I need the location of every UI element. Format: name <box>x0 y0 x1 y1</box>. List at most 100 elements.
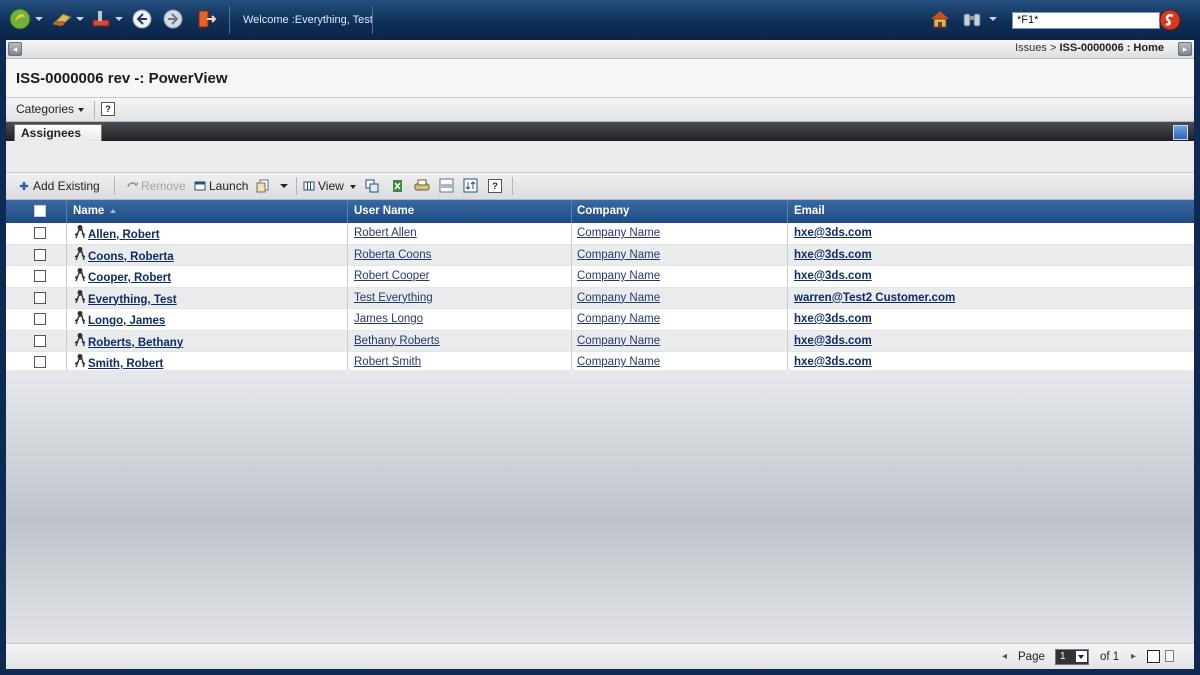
search-options-caret-icon[interactable] <box>989 17 997 21</box>
company-link[interactable]: Company Name <box>577 335 660 347</box>
row-checkbox[interactable] <box>34 356 46 368</box>
person-name-link[interactable]: Coons, Roberta <box>88 251 174 263</box>
title-bar: ISS-0000006 rev -: PowerView <box>6 59 1194 98</box>
remove-label: Remove <box>141 179 186 193</box>
breadcrumb-bar: ◂ Issues > ISS-0000006 : Home ▸ <box>6 40 1194 59</box>
row-checkbox[interactable] <box>34 334 46 347</box>
column-header-username[interactable]: User Name <box>354 205 414 217</box>
divider <box>512 177 513 195</box>
launch-button[interactable]: Launch <box>194 179 248 193</box>
table-header: Name User Name Company Email <box>6 200 1194 223</box>
column-header-name[interactable]: Name <box>73 205 117 217</box>
view-button[interactable]: View <box>303 179 356 193</box>
home-page-icon[interactable] <box>929 8 951 30</box>
logout-icon[interactable] <box>195 8 217 30</box>
breadcrumb-parent[interactable]: Issues <box>1015 42 1047 54</box>
toolbar-separator <box>229 6 230 34</box>
search-input[interactable]: *F1* <box>1012 12 1160 29</box>
page-select[interactable]: 1 <box>1055 649 1089 665</box>
person-name-link[interactable]: Longo, James <box>88 315 165 327</box>
company-link[interactable]: Company Name <box>577 227 660 239</box>
divider <box>114 177 115 195</box>
top-toolbar: Welcome :Everything, Test *F1* <box>0 0 1200 40</box>
column-divider <box>66 266 67 287</box>
categories-menu[interactable]: Categories <box>16 102 85 116</box>
username-link[interactable]: Roberta Coons <box>354 249 431 261</box>
company-link[interactable]: Company Name <box>577 313 660 325</box>
sort-icon[interactable] <box>463 178 478 193</box>
help-icon[interactable]: ? <box>101 102 115 116</box>
row-checkbox[interactable] <box>34 227 46 239</box>
username-link[interactable]: James Longo <box>354 313 423 325</box>
company-link[interactable]: Company Name <box>577 249 660 261</box>
email-link[interactable]: hxe@3ds.com <box>794 270 872 282</box>
table-row: Longo, James James Longo Company Name hx… <box>6 309 1194 331</box>
help-icon[interactable]: ? <box>488 179 502 193</box>
print-icon[interactable] <box>414 178 430 193</box>
row-checkbox[interactable] <box>34 248 46 261</box>
email-link[interactable]: hxe@3ds.com <box>794 313 872 325</box>
compare-icon[interactable] <box>365 179 379 193</box>
collapse-right-icon[interactable]: ▸ <box>1178 42 1192 56</box>
add-existing-button[interactable]: Add Existing <box>18 179 100 193</box>
next-page-icon[interactable]: ▸ <box>1131 651 1136 662</box>
pagination-on-icon[interactable] <box>1147 650 1160 663</box>
forward-icon[interactable] <box>162 8 184 30</box>
username-link[interactable]: Bethany Roberts <box>354 335 440 347</box>
panel-toggle-icon[interactable] <box>1173 125 1188 140</box>
column-divider <box>571 287 572 308</box>
view-label: View <box>318 179 344 193</box>
company-link[interactable]: Company Name <box>577 356 660 368</box>
column-divider <box>66 223 67 244</box>
column-divider <box>66 309 67 330</box>
pagination-off-icon[interactable] <box>1165 650 1174 662</box>
email-link[interactable]: warren@Test2 Customer.com <box>794 292 955 304</box>
username-link[interactable]: Robert Cooper <box>354 270 429 282</box>
username-link[interactable]: Test Everything <box>354 292 433 304</box>
person-name-link[interactable]: Cooper, Robert <box>88 272 171 284</box>
email-link[interactable]: hxe@3ds.com <box>794 227 872 239</box>
person-name-link[interactable]: Allen, Robert <box>88 229 160 241</box>
copy-icon[interactable] <box>256 179 270 193</box>
person-icon <box>74 354 86 368</box>
person-name-link[interactable]: Roberts, Bethany <box>88 337 183 349</box>
email-link[interactable]: hxe@3ds.com <box>794 356 872 368</box>
actions-menu-icon[interactable] <box>90 8 112 30</box>
email-link[interactable]: hxe@3ds.com <box>794 249 872 261</box>
column-header-company[interactable]: Company <box>577 205 629 217</box>
page-select-value: 1 <box>1060 651 1066 662</box>
home-menu-caret-icon[interactable] <box>35 17 43 21</box>
home-menu-icon[interactable] <box>9 8 31 30</box>
person-icon <box>74 311 86 325</box>
actions-menu-caret-icon[interactable] <box>115 17 123 21</box>
select-all-checkbox[interactable] <box>34 205 46 217</box>
row-checkbox[interactable] <box>34 291 46 304</box>
tab-assignees[interactable]: Assignees <box>14 124 102 141</box>
export-html-icon[interactable] <box>439 178 454 193</box>
binoculars-search-icon[interactable] <box>961 8 983 30</box>
action-toolbar: Add Existing Remove Launch View ? <box>6 173 1194 200</box>
row-checkbox[interactable] <box>34 313 46 325</box>
column-divider <box>571 223 572 244</box>
username-link[interactable]: Robert Smith <box>354 356 421 368</box>
person-name-link[interactable]: Smith, Robert <box>88 358 163 370</box>
company-link[interactable]: Company Name <box>577 292 660 304</box>
excel-export-icon[interactable] <box>390 179 404 193</box>
column-divider <box>66 330 67 351</box>
company-link[interactable]: Company Name <box>577 270 660 282</box>
column-header-email[interactable]: Email <box>794 205 825 217</box>
copy-menu-caret-icon[interactable] <box>280 184 288 188</box>
username-link[interactable]: Robert Allen <box>354 227 417 239</box>
tools-menu-icon[interactable] <box>51 8 73 30</box>
search-go-icon[interactable] <box>1159 9 1181 31</box>
email-link[interactable]: hxe@3ds.com <box>794 335 872 347</box>
column-divider <box>571 309 572 330</box>
back-icon[interactable] <box>131 8 153 30</box>
person-name-link[interactable]: Everything, Test <box>88 294 177 306</box>
tools-menu-caret-icon[interactable] <box>76 17 84 21</box>
row-checkbox[interactable] <box>34 270 46 282</box>
previous-page-icon[interactable]: ◂ <box>1002 651 1007 662</box>
table-row: Coons, Roberta Roberta Coons Company Nam… <box>6 244 1194 266</box>
remove-button[interactable]: Remove <box>126 179 186 193</box>
collapse-left-icon[interactable]: ◂ <box>8 42 22 56</box>
